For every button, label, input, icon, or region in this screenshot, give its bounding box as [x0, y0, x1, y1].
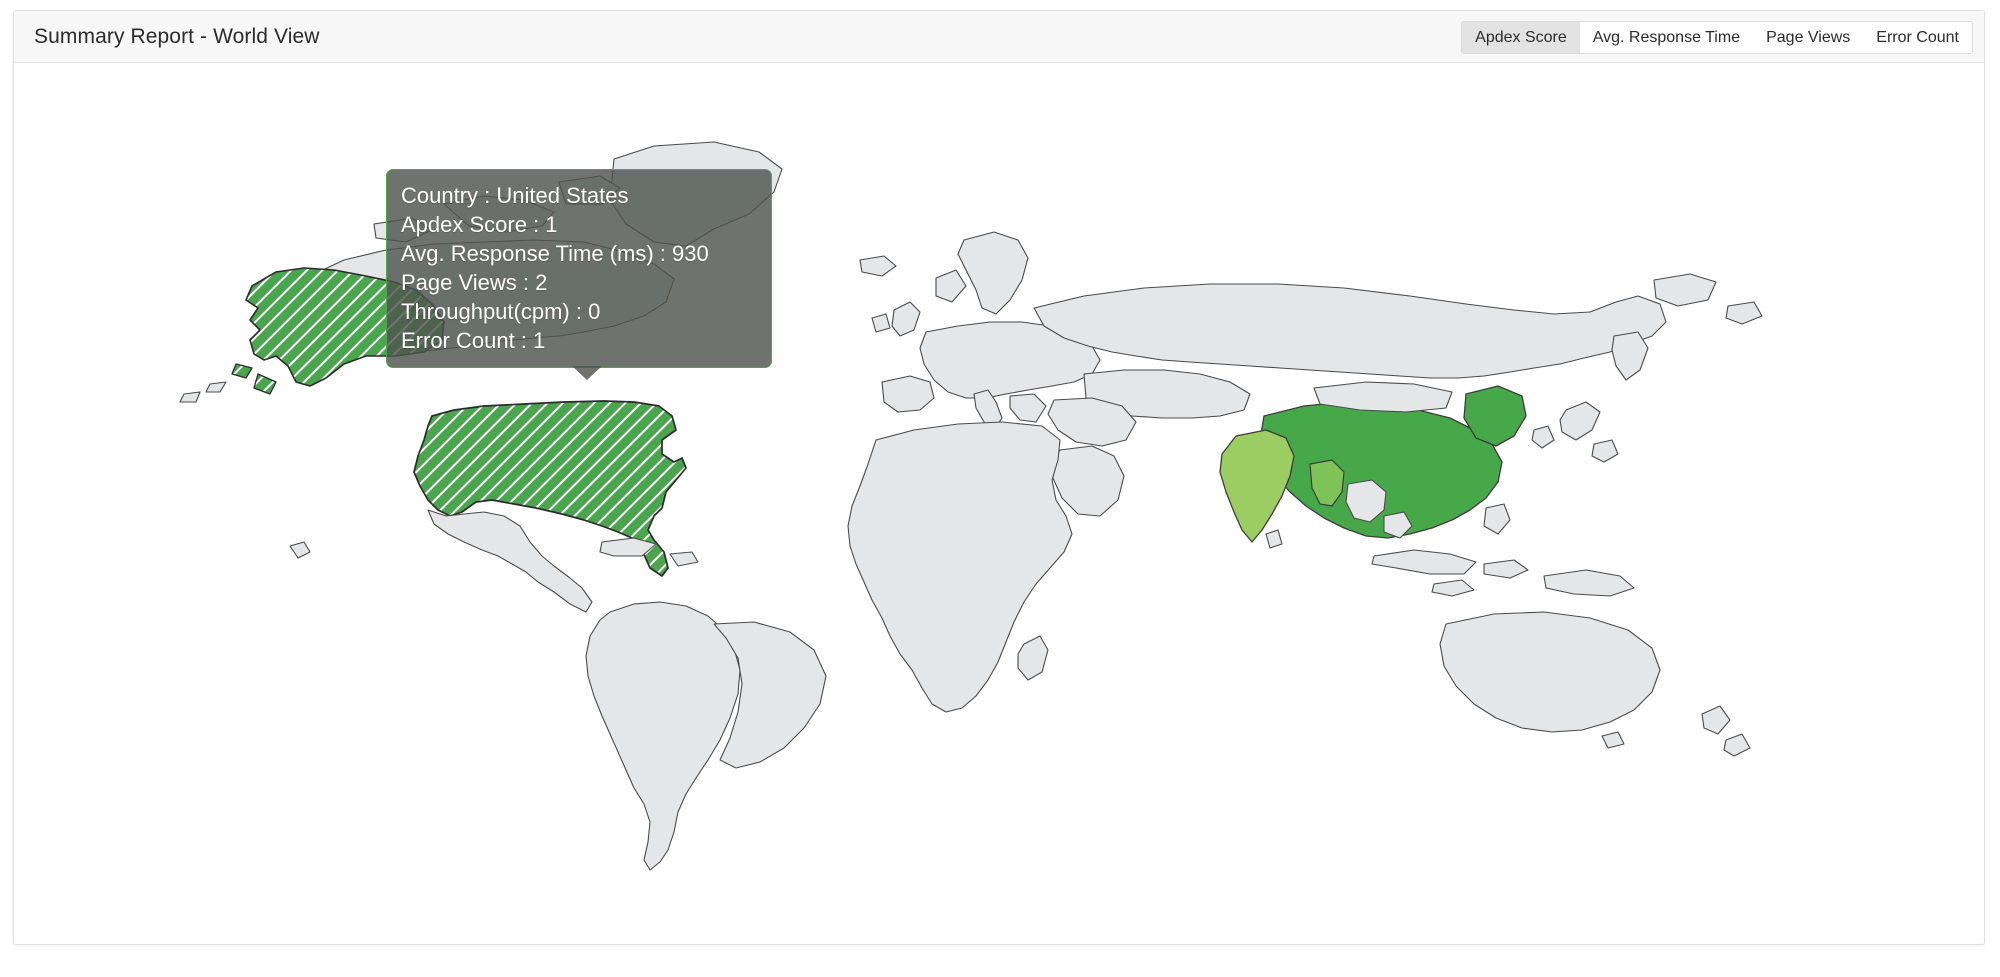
page-title: Summary Report - World View	[34, 11, 320, 63]
summary-report-panel: Summary Report - World View Apdex Score …	[13, 10, 1985, 945]
metric-tab-group[interactable]: Apdex Score Avg. Response Time Page View…	[1461, 21, 1973, 54]
tab-page-views[interactable]: Page Views	[1753, 22, 1863, 53]
tab-apdex-score[interactable]: Apdex Score	[1462, 22, 1580, 53]
world-map-area[interactable]: Country : United States Apdex Score : 1 …	[14, 64, 1984, 892]
panel-header: Summary Report - World View Apdex Score …	[14, 11, 1984, 63]
tab-avg-response-time[interactable]: Avg. Response Time	[1580, 22, 1753, 53]
tab-error-count[interactable]: Error Count	[1863, 22, 1972, 53]
world-map-svg[interactable]	[14, 64, 1984, 892]
